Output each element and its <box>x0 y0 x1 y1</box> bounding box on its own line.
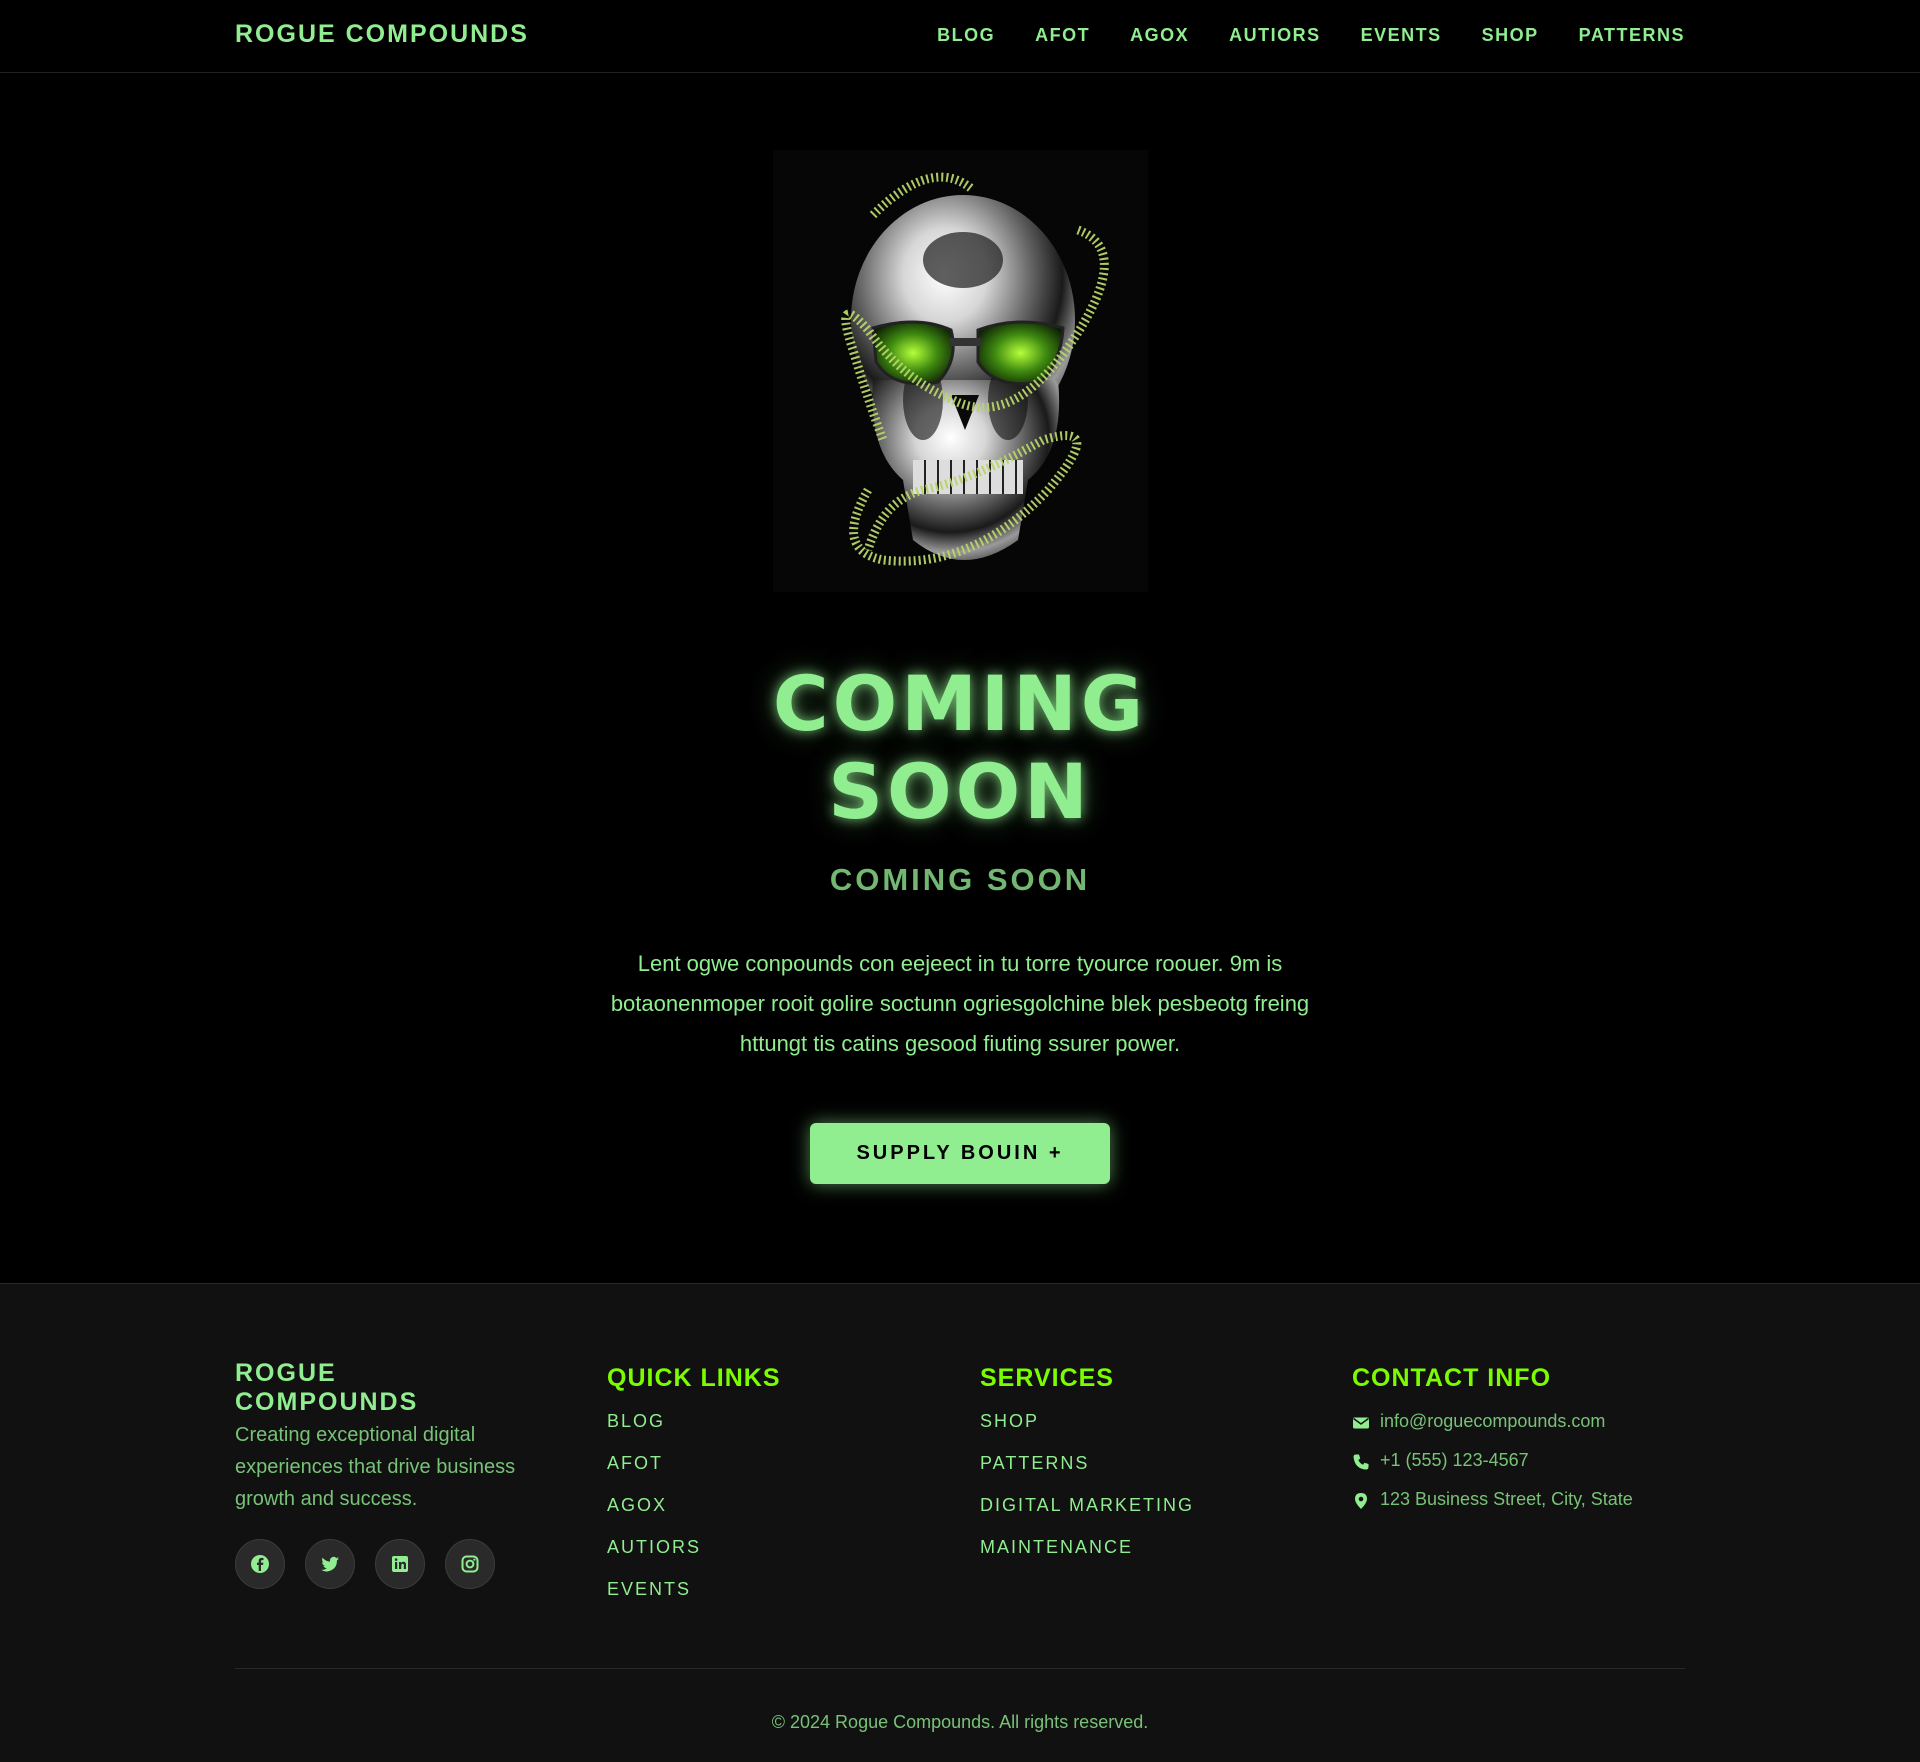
footer-link-maintenance[interactable]: MAINTENANCE <box>980 1537 1133 1557</box>
contact-phone-text: +1 (555) 123-4567 <box>1380 1450 1529 1470</box>
hero-description: Lent ogwe conpounds con eejeect in tu to… <box>610 951 1310 1056</box>
nav-link-events[interactable]: EVENTS <box>1361 25 1442 46</box>
copyright: © 2024 Rogue Compounds. All rights reser… <box>771 1712 1149 1732</box>
footer-brand[interactable]: ROGUE COMPOUNDS <box>235 1359 455 1417</box>
linkedin-icon[interactable] <box>375 1539 425 1589</box>
services-column: SERVICES SHOP PATTERNS DIGITAL MARKETING… <box>980 1359 1194 1579</box>
nav-link-afot[interactable]: AFOT <box>1035 25 1090 46</box>
footer-link-autiors[interactable]: AUTIORS <box>607 1537 701 1557</box>
envelope-icon <box>1353 1417 1369 1429</box>
footer-link-shop[interactable]: SHOP <box>980 1411 1039 1431</box>
nav-link-patterns[interactable]: PATTERNS <box>1579 25 1685 46</box>
footer-link-events[interactable]: EVENTS <box>607 1579 691 1599</box>
footer-tagline: Creating exceptional digital experiences… <box>235 1424 516 1510</box>
site-footer: ROGUE COMPOUNDS Creating exceptional dig… <box>0 1283 1920 1762</box>
nav-link-autiors[interactable]: AUTIORS <box>1229 25 1321 46</box>
quick-links-list: BLOG AFOT AGOX AUTIORS EVENTS <box>607 1411 781 1621</box>
supply-button[interactable]: SUPPLY BOUIN + <box>810 1123 1110 1184</box>
hero-title-line-1: COMING <box>772 659 1148 748</box>
footer-link-agox[interactable]: AGOX <box>607 1495 667 1515</box>
contact-email[interactable]: info@roguecompounds.com <box>1352 1411 1633 1450</box>
nav-link-blog[interactable]: BLOG <box>937 25 995 46</box>
hero-title-line-2: SOON <box>828 747 1092 836</box>
quick-links-column: QUICK LINKS BLOG AFOT AGOX AUTIORS EVENT… <box>607 1359 781 1621</box>
brand-logo[interactable]: ROGUE COMPOUNDS <box>235 20 529 49</box>
facebook-icon[interactable] <box>235 1539 285 1589</box>
footer-link-blog[interactable]: BLOG <box>607 1411 665 1431</box>
contact-address: 123 Business Street, City, State <box>1352 1489 1633 1528</box>
twitter-icon[interactable] <box>305 1539 355 1589</box>
footer-divider <box>235 1668 1685 1669</box>
contact-column: CONTACT INFO info@roguecompounds.com +1 … <box>1352 1359 1633 1528</box>
social-links <box>235 1539 565 1589</box>
site-header: ROGUE COMPOUNDS BLOG AFOT AGOX AUTIORS E… <box>0 0 1920 73</box>
services-list: SHOP PATTERNS DIGITAL MARKETING MAINTENA… <box>980 1411 1194 1579</box>
footer-link-patterns[interactable]: PATTERNS <box>980 1453 1089 1473</box>
contact-email-text: info@roguecompounds.com <box>1380 1411 1606 1431</box>
nav-link-shop[interactable]: SHOP <box>1482 25 1539 46</box>
quick-links-heading: QUICK LINKS <box>607 1364 781 1392</box>
contact-heading: CONTACT INFO <box>1352 1364 1552 1392</box>
nav-link-agox[interactable]: AGOX <box>1130 25 1189 46</box>
contact-list: info@roguecompounds.com +1 (555) 123-456… <box>1352 1411 1633 1528</box>
main-nav: BLOG AFOT AGOX AUTIORS EVENTS SHOP PATTE… <box>937 25 1685 46</box>
instagram-icon[interactable] <box>445 1539 495 1589</box>
hero-subtitle: COMING SOON <box>829 862 1091 897</box>
contact-address-text: 123 Business Street, City, State <box>1380 1489 1633 1509</box>
footer-link-digital-marketing[interactable]: DIGITAL MARKETING <box>980 1495 1194 1515</box>
footer-brand-column: ROGUE COMPOUNDS Creating exceptional dig… <box>235 1359 565 1589</box>
chrome-skull-icon <box>841 172 1109 566</box>
contact-phone[interactable]: +1 (555) 123-4567 <box>1352 1450 1633 1489</box>
hero-title: COMING SOON <box>0 660 1920 836</box>
services-heading: SERVICES <box>980 1364 1114 1392</box>
map-pin-icon <box>1355 1493 1367 1509</box>
footer-link-afot[interactable]: AFOT <box>607 1453 663 1473</box>
phone-icon <box>1353 1454 1369 1470</box>
hero-skull-image <box>773 150 1148 592</box>
